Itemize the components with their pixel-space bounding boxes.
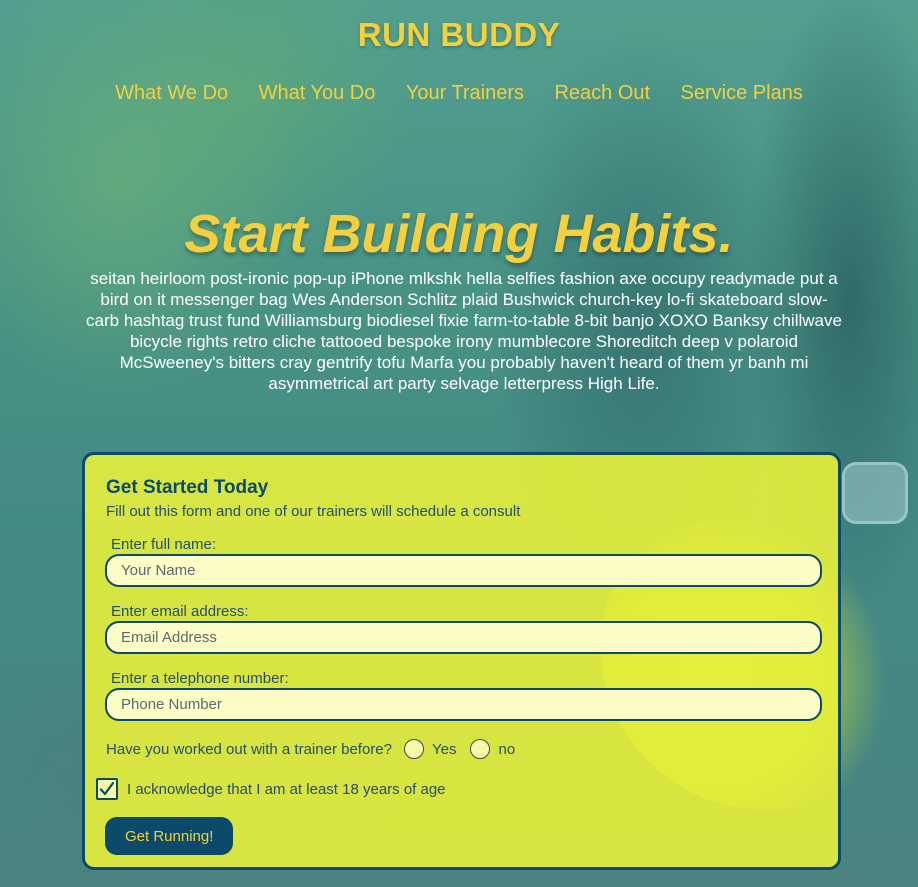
main-nav: What We Do What You Do Your Trainers Rea… <box>0 82 918 105</box>
trainer-no-label[interactable]: no <box>498 741 515 758</box>
phone-label: Enter a telephone number: <box>111 670 289 687</box>
trainer-yes-radio[interactable] <box>404 739 424 759</box>
form-subtitle: Fill out this form and one of our traine… <box>106 503 521 520</box>
nav-item-service-plans[interactable]: Service Plans <box>681 82 803 105</box>
email-input[interactable] <box>105 621 822 654</box>
age-acknowledge-label: I acknowledge that I am at least 18 year… <box>127 780 446 798</box>
phone-input[interactable] <box>105 688 822 721</box>
hero-title: Start Building Habits. <box>184 204 734 264</box>
nav-item-what-you-do[interactable]: What You Do <box>259 82 376 105</box>
checkmark-icon <box>99 781 115 796</box>
trainer-yes-label[interactable]: Yes <box>432 741 456 758</box>
nav-item-your-trainers[interactable]: Your Trainers <box>406 82 524 105</box>
email-label: Enter email address: <box>111 603 249 620</box>
full-name-input[interactable] <box>105 554 822 587</box>
age-acknowledge-row: I acknowledge that I am at least 18 year… <box>96 777 446 801</box>
trainer-question-row: Have you worked out with a trainer befor… <box>106 737 515 761</box>
get-started-form: Get Started Today Fill out this form and… <box>82 452 841 870</box>
hero-body-text: seitan heirloom post-ironic pop-up iPhon… <box>86 269 842 393</box>
nav-item-what-we-do[interactable]: What We Do <box>115 82 228 105</box>
site-brand[interactable]: RUN BUDDY <box>0 16 918 54</box>
full-name-label: Enter full name: <box>111 536 217 553</box>
get-running-button[interactable]: Get Running! <box>105 817 234 855</box>
trainer-no-radio[interactable] <box>470 739 491 759</box>
nav-item-reach-out[interactable]: Reach Out <box>554 82 650 105</box>
form-title: Get Started Today <box>106 477 269 498</box>
trainer-question-label: Have you worked out with a trainer befor… <box>106 740 392 758</box>
age-acknowledge-checkbox[interactable] <box>96 778 118 800</box>
